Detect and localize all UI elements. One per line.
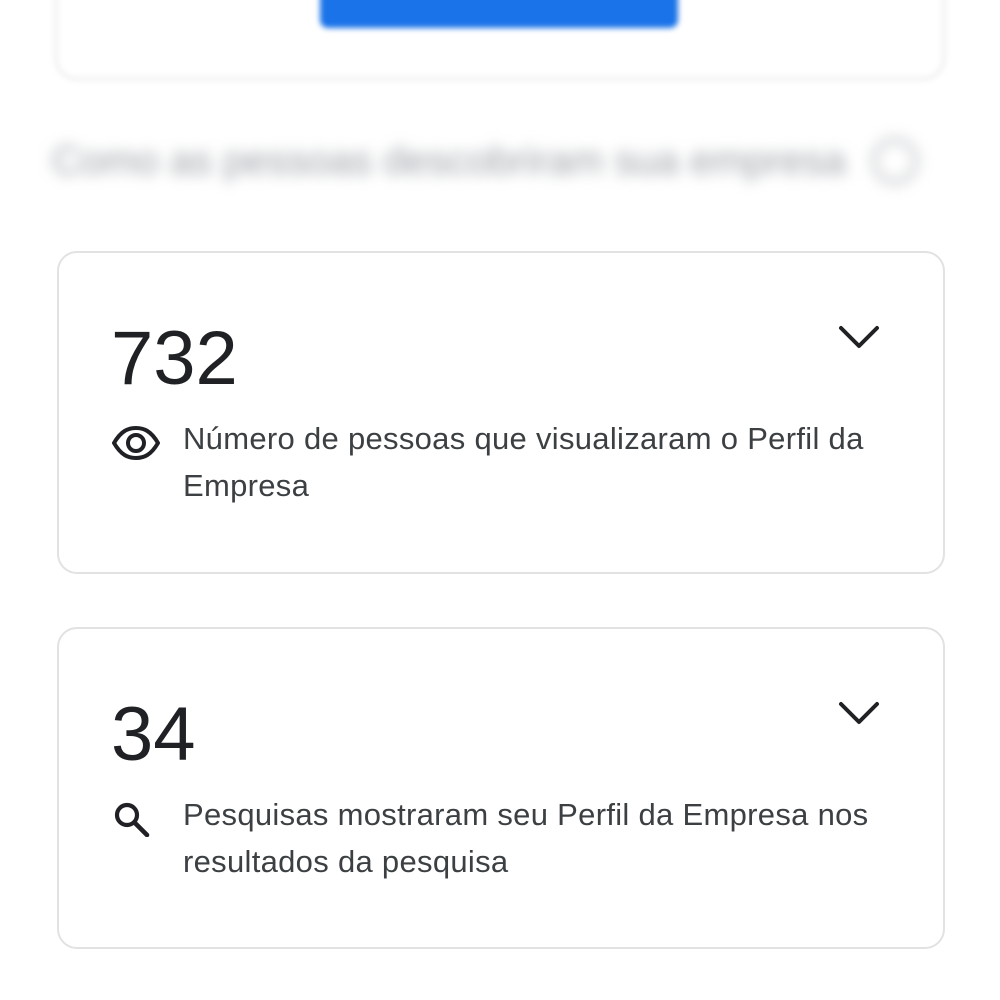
- chevron-down-icon[interactable]: [837, 699, 881, 727]
- metric-description-text: Número de pessoas que visualizaram o Per…: [183, 421, 864, 503]
- metric-description: Pesquisas mostraram seu Perfil da Empres…: [111, 797, 883, 885]
- search-icon: [114, 802, 150, 837]
- metric-description: Número de pessoas que visualizaram o Per…: [111, 421, 883, 509]
- business-profile-performance-page: Como as pessoas descobriram sua empresa …: [0, 0, 1000, 1000]
- section-title: Como as pessoas descobriram sua empresa: [52, 138, 846, 183]
- section-heading: Como as pessoas descobriram sua empresa: [52, 138, 918, 184]
- metric-description-text: Pesquisas mostraram seu Perfil da Empres…: [183, 797, 869, 879]
- metric-card-profile-views[interactable]: 732 Número de pessoas que visualizaram o…: [57, 251, 945, 574]
- primary-action-button[interactable]: [320, 0, 678, 28]
- help-circle-icon[interactable]: [871, 138, 918, 184]
- metric-card-search-impressions[interactable]: 34 Pesquisas mostraram seu Perfil da Emp…: [57, 627, 945, 949]
- eye-icon: [112, 426, 160, 460]
- metric-value: 34: [111, 692, 196, 777]
- chevron-down-icon[interactable]: [837, 323, 881, 351]
- metric-value: 732: [111, 316, 238, 401]
